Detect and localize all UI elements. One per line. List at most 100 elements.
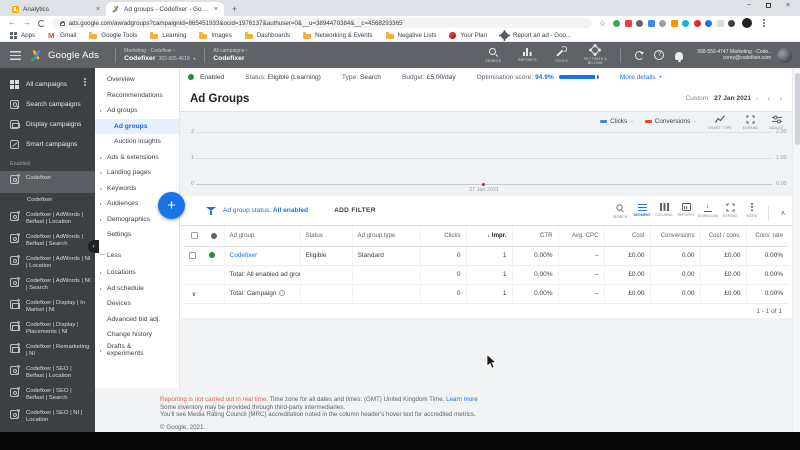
window-minimize-button[interactable]: − [747, 1, 751, 10]
sidebar-campaign-item[interactable]: Codefixer | AdWords | NI | Search [0, 274, 95, 296]
chart-expand-button[interactable]: EXPAND [743, 115, 758, 130]
sidebar-campaign-item[interactable]: Codefixer | AdWords | Belfast | Search [0, 230, 95, 252]
sidebar-campaign-item[interactable]: Codefixer | SEO | NI | Location [0, 406, 95, 428]
chart-type-button[interactable]: CHART TYPE [708, 115, 732, 130]
sidebar-campaign-item[interactable]: Codefixer [0, 171, 95, 193]
bookmark-item[interactable]: Gmail [48, 31, 76, 40]
col-clicks[interactable]: Clicks [419, 226, 466, 247]
download-button[interactable]: DOWNLOAD [697, 201, 719, 223]
more-button[interactable]: MORE [741, 203, 763, 223]
sidebar-campaign-item[interactable]: Codefixer | SEO | Belfast | Search [0, 384, 95, 406]
bookmark-item[interactable]: Negative Lists [385, 32, 436, 39]
tab-close-icon[interactable]: × [96, 6, 100, 13]
tab-close-icon[interactable]: × [214, 6, 218, 13]
extension-icon[interactable] [613, 19, 621, 27]
sidebar-nav-item[interactable]: Auction insights [95, 134, 179, 150]
next-period-button[interactable]: › [779, 94, 782, 103]
ad-group-link[interactable]: Codefixer [230, 252, 258, 259]
col-cost-per-conv[interactable]: Cost / conv. [699, 226, 746, 247]
sidebar-nav-item[interactable]: ▸ Ad schedule [95, 281, 179, 297]
forward-button[interactable]: → [23, 19, 31, 27]
optimisation-score[interactable]: Optimisation score: 94.9% [477, 74, 599, 81]
all-campaigns-menu-icon[interactable] [84, 81, 86, 83]
add-ad-group-button[interactable] [158, 192, 185, 219]
expand-button[interactable]: EXPAND [719, 203, 741, 223]
add-filter-button[interactable]: ADD FILTER [334, 207, 376, 214]
tab-ad-groups[interactable]: Ad groups - Codefixer - Google × [106, 2, 224, 16]
sidebar-campaign-filter[interactable]: All campaigns [0, 74, 95, 94]
clicks-metric-dropdown[interactable]: Clicks ▼ [600, 115, 634, 125]
enabled-status[interactable]: Enabled [188, 74, 224, 81]
row-checkbox[interactable] [189, 251, 196, 259]
sidebar-campaign-item[interactable]: Codefixer | SEO | Belfast | Location [0, 362, 95, 384]
chevron-down-icon[interactable]: ▼ [193, 57, 197, 61]
columns-button[interactable]: COLUMNS [653, 203, 675, 223]
select-all-checkbox[interactable] [190, 232, 198, 240]
notifications-button[interactable] [669, 48, 689, 62]
sidebar-nav-item[interactable]: ▸ Landing pages [95, 165, 179, 181]
scrollbar-thumb[interactable] [794, 73, 800, 145]
col-cost[interactable]: Cost [603, 226, 650, 247]
sidebar-campaign-item[interactable]: Codefixer | AdWords | NI | Location [0, 252, 95, 274]
sidebar-campaign-item[interactable]: Codefixer [0, 193, 95, 208]
bookmark-item[interactable]: Images [199, 32, 232, 39]
extension-icon[interactable] [624, 19, 632, 27]
bookmark-item[interactable]: Dashboards [244, 32, 290, 39]
sidebar-nav-item[interactable]: Ad groups [95, 118, 179, 134]
sidebar-nav-item[interactable]: — Less [95, 248, 179, 264]
extension-icon[interactable] [682, 19, 690, 27]
bookmark-item[interactable]: Google Tools [89, 32, 137, 39]
window-close-button[interactable]: × [786, 1, 790, 10]
settings-billing-button[interactable]: SETTINGS & BILLING [578, 45, 612, 65]
col-status[interactable]: Status [299, 226, 352, 247]
sidebar-nav-item[interactable]: Change history [95, 327, 179, 343]
budget-field[interactable]: Budget: £5.00/day [402, 74, 456, 81]
previous-period-button[interactable]: ‹ [768, 94, 771, 103]
extension-icon[interactable] [647, 19, 655, 27]
bookmark-item[interactable]: Report an ad - Goo... [500, 31, 571, 40]
more-details-link[interactable]: More details ▼ [620, 74, 662, 81]
browser-profile-avatar[interactable] [742, 18, 753, 28]
info-icon[interactable] [279, 290, 286, 296]
col-avg-cpc[interactable]: Avg. CPC [557, 226, 604, 247]
search-button[interactable]: SEARCH [476, 47, 510, 63]
bookmark-item[interactable]: Networking & Events [303, 32, 373, 39]
reload-button[interactable] [38, 19, 45, 27]
puzzle-extension-icon[interactable] [728, 19, 736, 27]
extension-icon[interactable] [705, 19, 713, 27]
hamburger-menu-icon[interactable] [10, 50, 21, 60]
col-conv-rate[interactable]: Conv. rate [745, 226, 788, 247]
sidebar-nav-item[interactable]: Overview [95, 72, 179, 88]
sidebar-campaign-item[interactable]: Codefixer | AdWords | Belfast | Location [0, 208, 95, 230]
sidebar-collapse-handle[interactable]: ‹ [88, 240, 99, 253]
segment-button[interactable]: SEGMENT [631, 203, 653, 223]
back-button[interactable]: ← [8, 19, 16, 27]
extension-icon[interactable] [693, 19, 701, 27]
extension-icon[interactable] [716, 19, 724, 27]
extension-icon[interactable] [659, 19, 667, 27]
tools-button[interactable]: TOOLS [544, 47, 578, 63]
campaign-breadcrumb[interactable]: All campaigns › Codefixer [213, 48, 247, 63]
new-tab-button[interactable]: + [232, 3, 237, 16]
table-row-ad-group[interactable]: Codefixer Eligible Standard 0 1 0.00% – … [184, 246, 788, 266]
google-ads-logo[interactable]: Google Ads [30, 49, 99, 62]
conversions-metric-dropdown[interactable]: Conversions ▼ [644, 115, 697, 125]
bookmark-item[interactable]: Learning [150, 32, 186, 39]
url-field[interactable]: ads.google.com/aw/adgroups?campaignId=86… [52, 17, 592, 29]
sidebar-campaign-filter[interactable]: Smart campaigns [0, 134, 95, 154]
col-ad-group-type[interactable]: Ad group type [351, 226, 420, 247]
sidebar-nav-item[interactable]: ▸ Ad groups [95, 103, 179, 119]
user-avatar[interactable] [777, 47, 792, 63]
sidebar-nav-item[interactable]: Recommendations [95, 88, 179, 104]
sidebar-nav-item[interactable]: ▸ Drafts & experiments [95, 343, 179, 359]
extension-icon[interactable] [636, 19, 644, 27]
sidebar-campaign-item[interactable]: Codefixer | Remarketing | NI [0, 340, 95, 362]
sidebar-nav-item[interactable]: ▸ Ads & extensions [95, 150, 179, 166]
collapse-table-button[interactable]: ∧ [774, 209, 792, 217]
col-impressions[interactable]: ↓ Impr. [465, 226, 512, 247]
sidebar-campaign-filter[interactable]: Display campaigns [0, 114, 95, 134]
table-search-button[interactable]: SEARCH [609, 203, 631, 223]
bookmark-star-icon[interactable]: ☆ [599, 19, 606, 28]
col-ad-group[interactable]: Ad group [223, 226, 300, 247]
extension-icon[interactable] [670, 19, 678, 27]
